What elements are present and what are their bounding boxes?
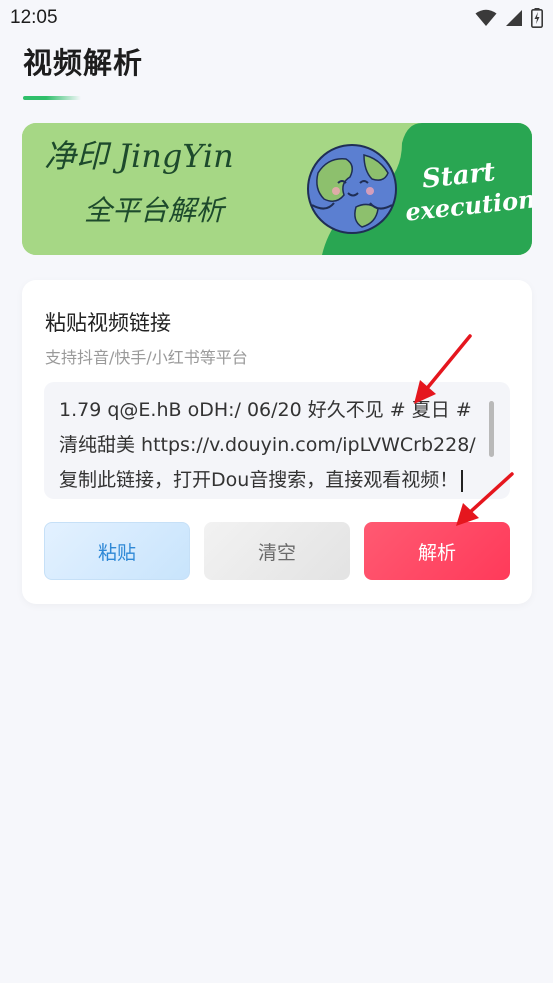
card-title: 粘贴视频链接 xyxy=(45,311,171,335)
banner: 净印 JingYin 全平台解析 Start execution xyxy=(22,123,532,255)
page-title: 视频解析 xyxy=(23,46,144,80)
title-underline xyxy=(23,96,81,100)
card-subtitle: 支持抖音/快手/小红书等平台 xyxy=(45,348,248,367)
banner-slogan-text: 全平台解析 xyxy=(84,194,225,227)
status-bar: 12:05 xyxy=(0,0,553,38)
link-input-value: 1.79 q@E.hB oDH:/ 06/20 好久不见 # 夏日 # 清纯甜美… xyxy=(59,399,476,491)
clear-button[interactable]: 清空 xyxy=(204,522,350,580)
wifi-icon xyxy=(475,9,497,31)
globe-mascot-icon xyxy=(306,143,398,239)
annotation-arrow-parse-icon xyxy=(456,472,514,526)
status-time: 12:05 xyxy=(10,7,58,28)
battery-charging-icon xyxy=(531,8,543,32)
banner-brand-text: 净印 JingYin xyxy=(44,137,234,175)
status-icons xyxy=(475,8,543,32)
cell-signal-icon xyxy=(505,9,523,31)
paste-button[interactable]: 粘贴 xyxy=(44,522,190,580)
input-scrollbar[interactable] xyxy=(489,401,494,457)
link-parse-card: 粘贴视频链接 支持抖音/快手/小红书等平台 1.79 q@E.hB oDH:/ … xyxy=(22,280,532,604)
annotation-arrow-input-icon xyxy=(414,334,472,404)
